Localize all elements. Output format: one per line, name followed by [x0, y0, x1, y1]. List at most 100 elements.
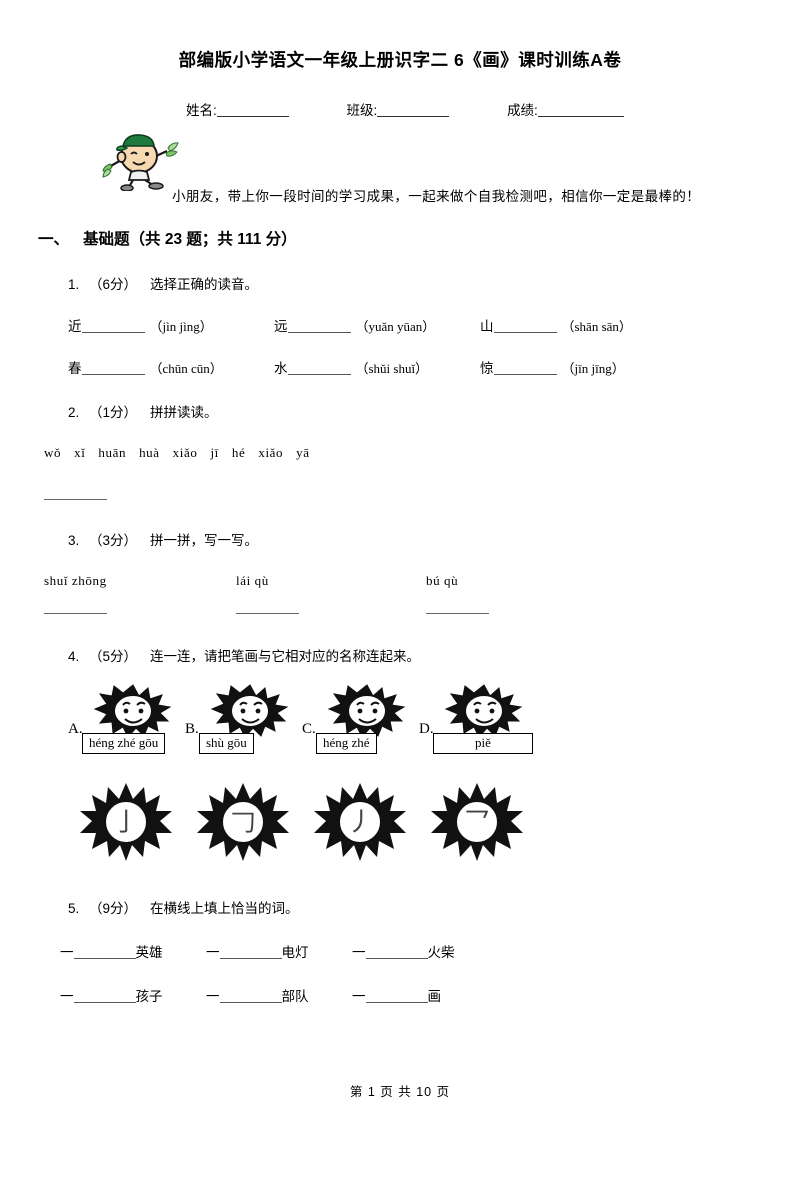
question-2-prompt: 拼拼读读。	[150, 405, 218, 420]
question-1-prompt: 选择正确的读音。	[150, 277, 259, 292]
question-5-header: 5. （9分） 在横线上填上恰当的词。	[68, 897, 800, 917]
score-blank[interactable]	[537, 116, 624, 117]
question-4-prompt: 连一连，请把笔画与它相对应的名称连起来。	[150, 649, 421, 664]
choice-item[interactable]: 春 （chūn cūn）	[68, 357, 274, 377]
choice-char: 远	[274, 319, 288, 334]
question-5-prompt: 在横线上填上恰当的词。	[150, 901, 299, 916]
pinyin-syllable: hé	[231, 445, 246, 460]
choice-item[interactable]: 远 （yuǎn yūan）	[274, 315, 480, 335]
answer-blank[interactable]	[44, 613, 107, 614]
question-1-points: （6分）	[89, 277, 138, 292]
choice-options: （shān sān）	[561, 319, 632, 334]
choice-blank[interactable]	[287, 374, 351, 375]
pinyin-syllable: xiǎo	[172, 445, 198, 460]
choice-blank[interactable]	[493, 332, 557, 333]
question-3-pinyin-row: shuǐ zhōng lái qù bú qù	[44, 573, 800, 591]
section-heading: 一、 基础题（共 23 题；共 111 分）	[0, 227, 800, 249]
fill-blank[interactable]	[73, 958, 136, 959]
choice-item[interactable]: 山 （shān sān）	[480, 315, 686, 335]
page-title: 部编版小学语文一年级上册识字二 6《画》课时训练A卷	[178, 50, 622, 70]
fill-item[interactable]: 一 电灯	[206, 941, 352, 961]
fill-blank[interactable]	[365, 958, 428, 959]
greeting-text: 小朋友，带上你一段时间的学习成果，一起来做个自我检测吧，相信你一定是最棒的！	[172, 189, 701, 204]
section-title: 基础题	[83, 231, 130, 248]
choice-blank[interactable]	[81, 332, 145, 333]
section-number: 一、	[38, 231, 70, 248]
fill-item[interactable]: 一 英雄	[60, 941, 206, 961]
choice-char: 水	[274, 361, 288, 376]
question-5-points: （9分）	[89, 901, 138, 916]
pinyin-syllable: wǒ	[44, 445, 62, 460]
fill-item[interactable]: 一 部队	[206, 985, 352, 1005]
pinyin-syllable: jī	[210, 445, 219, 460]
name-field[interactable]: 姓名:	[186, 99, 289, 119]
choice-blank[interactable]	[493, 374, 557, 375]
question-2-points: （1分）	[89, 405, 138, 420]
answer-blank[interactable]	[236, 613, 299, 614]
choice-options: （jīn jīng）	[561, 361, 625, 376]
choice-char: 山	[480, 319, 494, 334]
question-5-number: 5.	[68, 901, 80, 916]
score-field[interactable]: 成绩:	[507, 99, 624, 119]
choice-item[interactable]: 水 （shǔi shuǐ）	[274, 357, 480, 377]
greeting-block: 小朋友，带上你一段时间的学习成果，一起来做个自我检测吧，相信你一定是最棒的！	[0, 127, 800, 213]
fill-word: 部队	[281, 989, 309, 1004]
pinyin-group: lái qù	[236, 573, 269, 588]
question-2-header: 2. （1分） 拼拼读读。	[68, 401, 800, 421]
choice-options: （jìn jìng）	[149, 319, 213, 334]
fill-word: 电灯	[281, 945, 309, 960]
stroke-option-4[interactable]: 乛	[429, 781, 589, 876]
stroke-name-label: shù gōu	[199, 733, 254, 754]
class-field[interactable]: 班级:	[347, 99, 450, 119]
question-1-row-2: 春 （chūn cūn） 水 （shǔi shuǐ） 惊 （jīn jīng）	[68, 357, 800, 377]
answer-blank[interactable]	[426, 613, 489, 614]
fill-blank[interactable]	[73, 1002, 136, 1003]
sun-starburst-icon: 𠃌	[197, 783, 289, 861]
worksheet-page: 部编版小学语文一年级上册识字二 6《画》课时训练A卷 姓名: 班级: 成绩: 小…	[0, 47, 800, 1179]
choice-blank[interactable]	[287, 332, 351, 333]
question-3-number: 3.	[68, 533, 80, 548]
sun-starburst-icon: 丿	[314, 783, 406, 861]
option-letter: A.	[68, 721, 83, 737]
question-2-number: 2.	[68, 405, 80, 420]
fill-item[interactable]: 一 孩子	[60, 985, 206, 1005]
question-3-header: 3. （3分） 拼一拼，写一写。	[68, 529, 800, 549]
fill-prefix: 一	[352, 945, 366, 960]
pinyin-group: bú qù	[426, 573, 459, 588]
fill-prefix: 一	[206, 989, 220, 1004]
question-1-number: 1.	[68, 277, 80, 292]
stroke-glyph: 丿	[347, 808, 373, 837]
choice-item[interactable]: 惊 （jīn jīng）	[480, 357, 686, 377]
choice-options: （chūn cūn）	[149, 361, 223, 376]
option-letter: B.	[185, 721, 199, 737]
question-4-stroke-options: 亅 𠃌 丿 乛	[68, 781, 800, 873]
question-5-row-2: 一孩子一 部队 一画	[60, 985, 800, 1005]
class-blank[interactable]	[377, 116, 450, 117]
fill-blank[interactable]	[365, 1002, 428, 1003]
fill-item[interactable]: 一 火柴	[352, 941, 498, 961]
choice-char: 惊	[480, 361, 494, 376]
fill-prefix: 一	[60, 945, 74, 960]
pinyin-syllable: yā	[296, 445, 310, 460]
fill-word: 画	[427, 989, 442, 1004]
stroke-name-label: piě	[433, 733, 533, 754]
name-blank[interactable]	[216, 116, 289, 117]
pinyin-syllable: xiǎo	[258, 445, 284, 460]
sun-starburst-icon: 乛	[431, 783, 523, 861]
choice-blank[interactable]	[81, 374, 145, 375]
choice-char: 春	[68, 361, 82, 376]
pinyin-syllable: huān	[98, 445, 127, 460]
fill-item[interactable]: 一画	[352, 985, 498, 1005]
question-1-header: 1. （6分） 选择正确的读音。	[68, 273, 800, 293]
pinyin-syllable: xǐ	[74, 445, 86, 460]
question-2-pinyin: wǒ xǐ huān huà xiǎo jī hé xiǎo yā	[44, 445, 800, 461]
fill-blank[interactable]	[219, 958, 282, 959]
answer-blank[interactable]	[44, 499, 107, 500]
choice-item[interactable]: 近 （jìn jìng）	[68, 315, 274, 335]
pinyin-syllable: huà	[139, 445, 160, 460]
option-letter: D.	[419, 721, 434, 737]
fill-blank[interactable]	[219, 1002, 282, 1003]
question-4-number: 4.	[68, 649, 80, 664]
stroke-glyph: 𠃌	[230, 808, 256, 837]
stroke-name-label: héng zhé	[316, 733, 377, 754]
